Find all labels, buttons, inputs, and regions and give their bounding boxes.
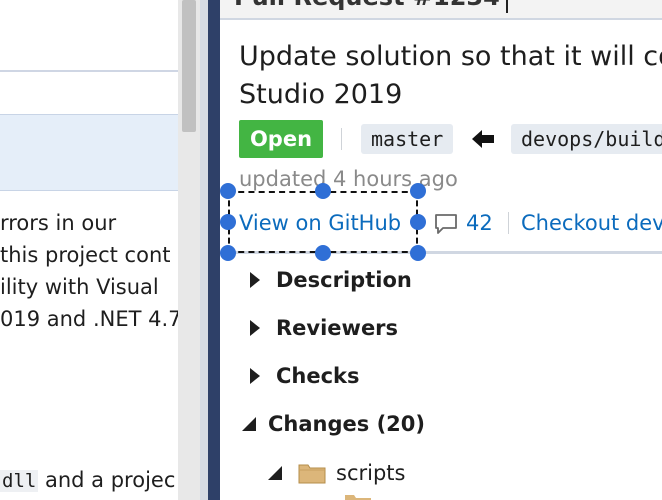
tree-item-label: Description [276,268,412,292]
arrow-left-icon [472,130,494,148]
left-text-line-3: ility with Visual [0,275,159,299]
selection-box [228,191,418,253]
expand-chevron-icon[interactable] [250,320,260,336]
left-text-line-5: dll and a projec [0,464,178,497]
left-separator [0,70,178,72]
resize-handle-bottom-left[interactable] [220,245,236,261]
folder-icon [345,495,371,500]
tree-item-reviewers[interactable]: Reviewers [250,310,630,346]
pr-title: Update solution so that it will compile … [239,41,662,110]
tree-item-label: Checks [276,364,360,388]
scrollbar-thumb[interactable] [182,0,196,132]
tree-item-label: scripts [336,461,406,485]
checkout-link[interactable]: Checkout devops/build [521,206,662,240]
expand-chevron-icon[interactable] [250,368,260,384]
resize-handle-middle-left[interactable] [220,214,236,230]
links-separator [508,212,509,234]
left-text-line-2: this project cont [0,243,171,267]
tree-item-label: Changes (20) [268,412,425,436]
collapse-chevron-icon[interactable] [242,417,256,431]
vertical-scrollbar[interactable] [178,0,200,500]
expand-chevron-icon[interactable] [250,272,260,288]
left-pane: rrors in our this project cont ility wit… [0,0,178,500]
comment-count-link[interactable]: 42 [466,206,493,240]
text-cursor [505,0,508,13]
pr-header-bar: Pull Request #1234 [220,0,662,20]
pr-header-title: Pull Request #1234 [234,0,500,11]
resize-handle-top-right[interactable] [410,183,426,199]
resize-handle-top-center[interactable] [315,183,331,199]
left-text-tail: and a projec [38,468,176,492]
resize-handle-top-left[interactable] [220,183,236,199]
pane-splitter[interactable] [208,0,220,500]
comment-icon [435,214,457,234]
left-toolbar-area [0,0,178,71]
status-badge: Open [239,120,323,158]
left-text-line-1: rrors in our [0,211,117,235]
inline-code: dll [0,470,39,492]
tree-item-description[interactable]: Description [250,262,630,298]
head-branch[interactable]: devops/build [511,124,662,154]
tree-item-scripts-folder[interactable]: scripts [268,455,628,491]
folder-icon [298,464,326,484]
base-branch[interactable]: master [361,124,454,154]
collapse-chevron-icon[interactable] [268,466,282,480]
resize-handle-bottom-right[interactable] [410,245,426,261]
tree-item-label: Reviewers [276,316,399,340]
left-highlighted-row[interactable] [0,114,178,191]
resize-handle-bottom-center[interactable] [315,245,331,261]
status-separator [341,128,342,150]
pane-gap [200,0,208,500]
tree-item-checks[interactable]: Checks [250,358,630,394]
resize-handle-middle-right[interactable] [410,214,426,230]
left-text-line-4: 019 and .NET 4.7 [0,307,178,331]
pull-request-pane: Pull Request #1234 Update solution so th… [220,0,662,500]
tree-item-changes[interactable]: Changes (20) [242,406,632,442]
